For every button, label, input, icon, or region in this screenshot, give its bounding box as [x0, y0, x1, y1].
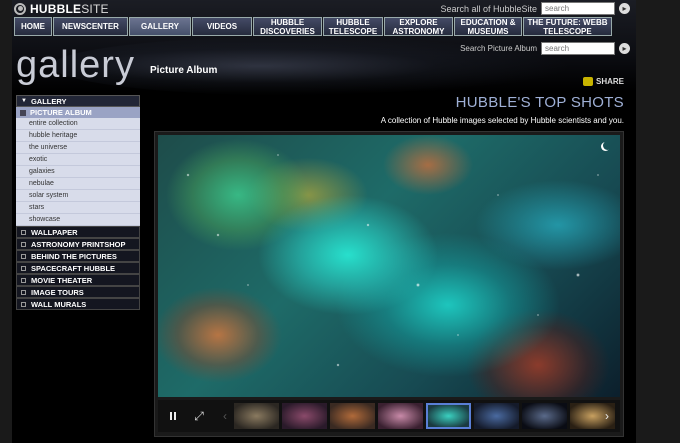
thumbnail-strip [234, 403, 615, 429]
viewer-controls: ⤢ ‹ › [158, 400, 620, 432]
sidebar-section-image-tours[interactable]: IMAGE TOURS [16, 286, 140, 298]
square-bullet-icon [21, 265, 26, 271]
sidebar-section-movie-theater[interactable]: MOVIE THEATER [16, 274, 140, 286]
share-label: SHARE [595, 77, 624, 86]
square-bullet-icon [21, 253, 26, 259]
nav-item-education-museums[interactable]: EDUCATION & MUSEUMS [454, 17, 522, 36]
chevron-right-icon[interactable]: › [600, 409, 614, 423]
thumbnail-pink-nebula[interactable] [378, 403, 423, 429]
site-search-input[interactable] [541, 2, 615, 15]
nav-item-gallery[interactable]: GALLERY [129, 17, 191, 36]
bullet-icon [20, 109, 26, 116]
nav-item-newscenter[interactable]: NEWSCENTER [53, 17, 128, 36]
triangle-down-icon: ▼ [21, 98, 27, 104]
share-icon [582, 77, 593, 86]
nav-item-hubble-discoveries[interactable]: HUBBLE DISCOVERIES [253, 17, 322, 36]
sidebar-subitem[interactable]: stars [16, 202, 140, 214]
sidebar-subitem[interactable]: exotic [16, 154, 140, 166]
sidebar-subitem[interactable]: the universe [16, 142, 140, 154]
chevron-left-icon[interactable]: ‹ [218, 409, 232, 423]
thumbnail-purple-nebula[interactable] [282, 403, 327, 429]
sidebar-section-spacecraft-hubble[interactable]: SPACECRAFT HUBBLE [16, 262, 140, 274]
sidebar-head-gallery[interactable]: ▼ GALLERY [16, 95, 140, 107]
crescent-icon [603, 141, 612, 150]
nav-item-videos[interactable]: VIDEOS [192, 17, 252, 36]
site-search-label: Search all of HubbleSite [440, 3, 537, 14]
page: HUBBLESITE Search all of HubbleSite ▸ HO… [12, 0, 636, 443]
square-bullet-icon [21, 289, 26, 295]
sidebar-subitem[interactable]: solar system [16, 190, 140, 202]
site-search: Search all of HubbleSite ▸ [440, 2, 630, 15]
sidebar-section-wallpaper[interactable]: WALLPAPER [16, 226, 140, 238]
nav-item-explore-astronomy[interactable]: EXPLORE ASTRONOMY [384, 17, 453, 36]
picture-search-label: Search Picture Album [460, 44, 537, 53]
nav-item-hubble-telescope[interactable]: HUBBLE TELESCOPE [323, 17, 383, 36]
logo-text-rest: SITE [81, 2, 109, 16]
square-bullet-icon [21, 229, 26, 235]
feature-title: HUBBLE'S TOP SHOTS [455, 94, 624, 111]
share-button[interactable]: SHARE [582, 77, 624, 86]
album-title: Picture Album [150, 65, 218, 76]
sidebar-section-astronomy-printshop[interactable]: ASTRONOMY PRINTSHOP [16, 238, 140, 250]
main-nav: HOME NEWSCENTER GALLERY VIDEOS HUBBLE DISCOV… [14, 17, 613, 36]
sidebar-item-picture-album[interactable]: PICTURE ALBUM [16, 107, 140, 118]
hubblesite-logo[interactable]: HUBBLESITE [14, 0, 109, 18]
nav-item-the-future-webb-telescope[interactable]: THE FUTURE: WEBB TELESCOPE [523, 17, 612, 36]
featured-nebula-image[interactable] [158, 135, 620, 397]
sidebar-subitem[interactable]: hubble heritage [16, 130, 140, 142]
picture-search-input[interactable] [541, 42, 615, 55]
logo-text-bold: HUBBLE [30, 2, 82, 16]
nav-item-home[interactable]: HOME [14, 17, 52, 36]
square-bullet-icon [21, 241, 26, 247]
picture-search-go-button[interactable]: ▸ [619, 43, 630, 54]
image-viewer: ⤢ ‹ › [154, 131, 624, 437]
hubble-logo-icon [14, 3, 26, 15]
feature-subtitle: A collection of Hubble images selected b… [380, 116, 624, 125]
sidebar: ▼ GALLERY PICTURE ALBUM entire collectio… [16, 95, 140, 310]
thumbnail-orange-nebula[interactable] [330, 403, 375, 429]
sidebar-subitem[interactable]: galaxies [16, 166, 140, 178]
square-bullet-icon [21, 277, 26, 283]
sidebar-subitem[interactable]: entire collection [16, 118, 140, 130]
sidebar-section-wall-murals[interactable]: WALL MURALS [16, 298, 140, 310]
stars-decoration [158, 135, 620, 397]
expand-icon[interactable]: ⤢ [192, 409, 206, 423]
square-bullet-icon [21, 301, 26, 307]
section-title: gallery [16, 44, 135, 86]
pause-button[interactable] [166, 409, 180, 423]
thumbnail-dark-galaxy[interactable] [522, 403, 567, 429]
sidebar-subitem[interactable]: nebulae [16, 178, 140, 190]
sidebar-subitem[interactable]: showcase [16, 214, 140, 226]
site-search-go-button[interactable]: ▸ [619, 3, 630, 14]
thumbnail-teal-nebula[interactable] [426, 403, 471, 429]
picture-search: Search Picture Album ▸ [460, 42, 630, 55]
thumbnail-blue-galaxy[interactable] [474, 403, 519, 429]
thumbnail-spiral-galaxy[interactable] [234, 403, 279, 429]
sidebar-section-behind-the-pictures[interactable]: BEHIND THE PICTURES [16, 250, 140, 262]
